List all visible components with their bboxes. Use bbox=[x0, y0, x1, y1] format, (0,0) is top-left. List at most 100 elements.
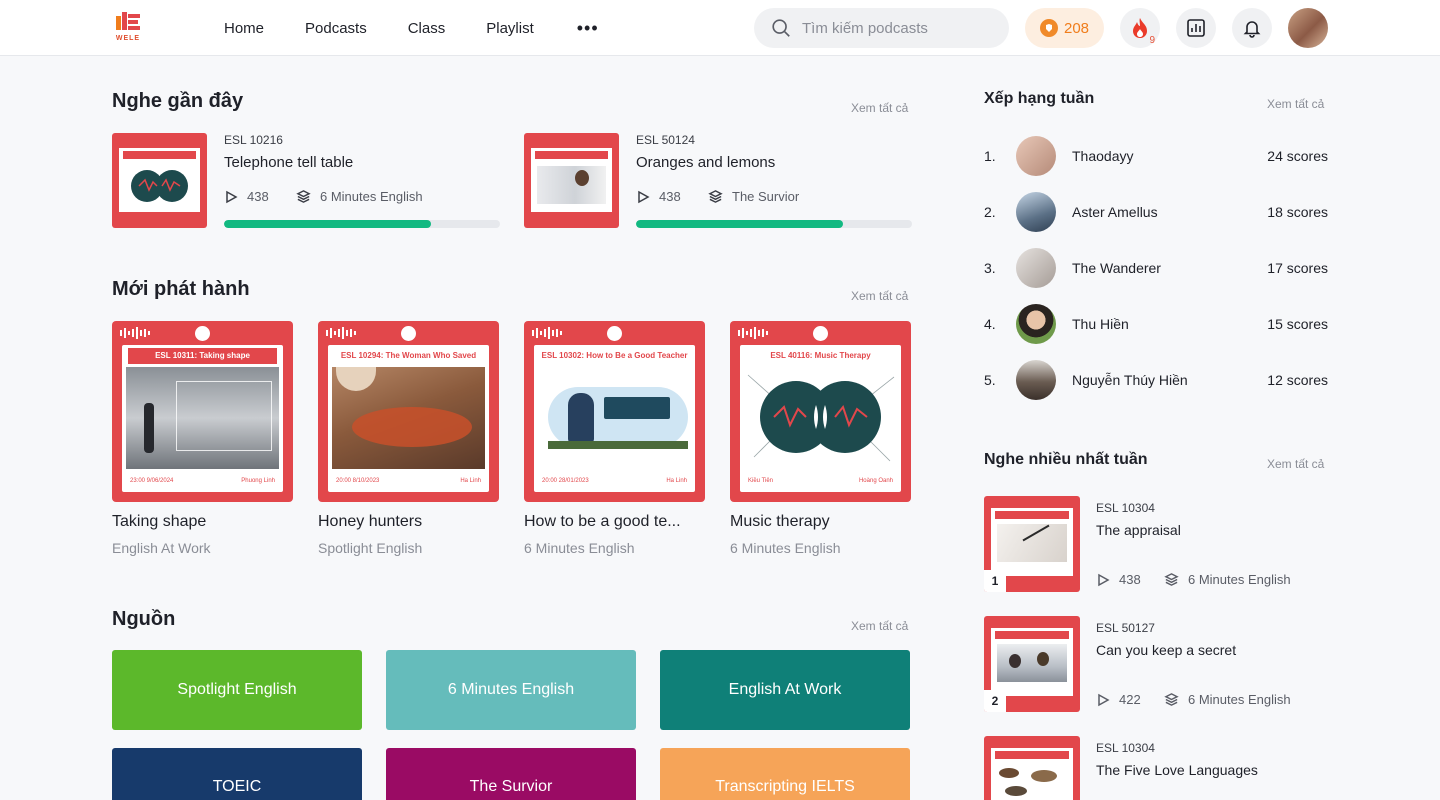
play-icon bbox=[226, 190, 238, 203]
play-count: 438 bbox=[636, 189, 681, 204]
nav-class[interactable]: Class bbox=[408, 20, 446, 37]
nav-podcasts[interactable]: Podcasts bbox=[305, 20, 367, 37]
avatar bbox=[1016, 360, 1056, 400]
stats-button[interactable] bbox=[1176, 8, 1216, 48]
rank-number: 2. bbox=[984, 204, 996, 220]
source-tile-spotlight[interactable]: Spotlight English bbox=[112, 650, 362, 730]
rank-score: 17 scores bbox=[1267, 260, 1328, 276]
podcast-name: The appraisal bbox=[1096, 522, 1181, 538]
progress-fill bbox=[636, 220, 843, 228]
play-count-value: 438 bbox=[247, 189, 269, 204]
release-card[interactable]: ESL 40116: Music Therapy Kiều Tiên Hoàng … bbox=[730, 321, 911, 561]
podcast-thumbnail bbox=[112, 133, 207, 228]
source-label: 6 Minutes English bbox=[296, 189, 423, 204]
nav-home[interactable]: Home bbox=[224, 20, 264, 37]
more-menu-icon[interactable]: ••• bbox=[577, 18, 599, 39]
top-rank-badge: 1 bbox=[984, 570, 1006, 592]
release-card[interactable]: ESL 10294: The Woman Who Saved Sushi 20:… bbox=[318, 321, 499, 561]
poster-date: 23:00 9/06/2024 bbox=[130, 478, 174, 484]
source-tile-survior[interactable]: The Survior bbox=[386, 748, 636, 800]
rank-name: Aster Amellus bbox=[1072, 204, 1158, 220]
source-tile-toeic[interactable]: TOEIC bbox=[112, 748, 362, 800]
top-listened-item[interactable]: 1 ESL 10304 The appraisal 438 6 Minutes … bbox=[984, 496, 1328, 592]
leaderboard-row[interactable]: 4. Thu Hiền 15 scores bbox=[984, 304, 1328, 344]
play-icon bbox=[1098, 693, 1110, 706]
release-source: English At Work bbox=[112, 540, 211, 556]
podcast-code: ESL 10304 bbox=[1096, 501, 1155, 515]
rank-number: 3. bbox=[984, 260, 996, 276]
podcast-thumbnail: 1 bbox=[984, 496, 1080, 592]
leaderboard-row[interactable]: 1. Thaodayy 24 scores bbox=[984, 136, 1328, 176]
podcast-name: Oranges and lemons bbox=[636, 154, 776, 171]
release-name: How to be a good te... bbox=[524, 513, 681, 530]
streak-button[interactable]: 9 bbox=[1120, 8, 1160, 48]
play-count-value: 438 bbox=[1119, 572, 1141, 587]
listen-progress bbox=[636, 220, 912, 228]
source-value: 6 Minutes English bbox=[1188, 692, 1291, 707]
play-icon bbox=[638, 190, 650, 203]
release-poster: ESL 10302: How to Be a Good Teacher 20:0… bbox=[524, 321, 705, 502]
nav-playlist[interactable]: Playlist bbox=[486, 20, 534, 37]
poster-host: Phuong Linh bbox=[241, 478, 275, 484]
coin-count: 208 bbox=[1063, 19, 1090, 37]
source-label: The Survior bbox=[708, 189, 799, 204]
source-value: 6 Minutes English bbox=[320, 189, 423, 204]
top-rank-badge: 2 bbox=[984, 690, 1006, 712]
source-value: 6 Minutes English bbox=[1188, 572, 1291, 587]
top-listened-see-all[interactable]: Xem tất cả bbox=[1267, 457, 1324, 471]
poster-title: ESL 10311: Taking shape bbox=[128, 348, 277, 364]
layers-icon bbox=[708, 190, 723, 203]
rank-score: 18 scores bbox=[1267, 204, 1328, 220]
recent-card[interactable]: ESL 50124 Oranges and lemons 438 The Sur… bbox=[524, 133, 912, 228]
source-tile-ielts[interactable]: Transcripting IELTS bbox=[660, 748, 910, 800]
search-box[interactable] bbox=[754, 8, 1009, 48]
bell-icon bbox=[1243, 21, 1261, 38]
release-source: Spotlight English bbox=[318, 540, 423, 556]
leaderboard-row[interactable]: 2. Aster Amellus 18 scores bbox=[984, 192, 1328, 232]
leaderboard-see-all[interactable]: Xem tất cả bbox=[1267, 97, 1324, 111]
releases-see-all[interactable]: Xem tất cả bbox=[851, 289, 908, 303]
top-listened-title: Nghe nhiều nhất tuần bbox=[984, 451, 1148, 468]
source-tile-english-at-work[interactable]: English At Work bbox=[660, 650, 910, 730]
play-count-value: 438 bbox=[659, 189, 681, 204]
source-tile-6-minutes[interactable]: 6 Minutes English bbox=[386, 650, 636, 730]
podcast-thumbnail: 2 bbox=[984, 616, 1080, 712]
rank-number: 5. bbox=[984, 372, 996, 388]
notifications-button[interactable] bbox=[1232, 8, 1272, 48]
rank-name: Nguyễn Thúy Hiền bbox=[1072, 372, 1188, 388]
release-poster: ESL 40116: Music Therapy Kiều Tiên Hoàng … bbox=[730, 321, 911, 502]
podcast-name: The Five Love Languages bbox=[1096, 762, 1258, 778]
main-nav: Home Podcasts Class Playlist ••• bbox=[224, 0, 599, 56]
rank-name: Thu Hiền bbox=[1072, 316, 1129, 332]
recent-card[interactable]: ESL 10216 Telephone tell table 438 6 Min… bbox=[112, 133, 500, 228]
coin-balance[interactable]: 208 bbox=[1025, 8, 1104, 48]
rank-score: 24 scores bbox=[1267, 148, 1328, 164]
streak-count: 9 bbox=[1149, 35, 1155, 46]
release-card[interactable]: ESL 10302: How to Be a Good Teacher 20:0… bbox=[524, 321, 705, 561]
listen-progress bbox=[224, 220, 500, 228]
top-listened-item[interactable]: 2 ESL 50127 Can you keep a secret 422 6 … bbox=[984, 616, 1328, 712]
search-input[interactable] bbox=[802, 19, 992, 37]
rank-name: Thaodayy bbox=[1072, 148, 1134, 164]
poster-host: Hoàng Oanh bbox=[858, 478, 893, 484]
release-card[interactable]: ESL 10311: Taking shape 23:00 9/06/2024 P… bbox=[112, 321, 293, 561]
play-count-value: 422 bbox=[1119, 692, 1141, 707]
rank-number: 4. bbox=[984, 316, 996, 332]
recent-see-all[interactable]: Xem tất cả bbox=[851, 101, 908, 115]
source-value: The Survior bbox=[732, 189, 800, 204]
top-listened-item[interactable]: ESL 10304 The Five Love Languages bbox=[984, 736, 1328, 800]
fire-icon bbox=[1133, 18, 1147, 38]
search-icon bbox=[772, 19, 790, 37]
leaderboard-row[interactable]: 5. Nguyễn Thúy Hiền 12 scores bbox=[984, 360, 1328, 400]
sources-see-all[interactable]: Xem tất cả bbox=[851, 619, 908, 633]
play-count: 422 bbox=[1096, 692, 1141, 707]
releases-title: Mới phát hành bbox=[112, 278, 250, 300]
recent-title: Nghe gần đây bbox=[112, 90, 244, 112]
release-name: Taking shape bbox=[112, 513, 207, 530]
user-avatar[interactable] bbox=[1288, 8, 1328, 48]
wele-logo[interactable]: WELE bbox=[114, 12, 142, 44]
leaderboard-row[interactable]: 3. The Wanderer 17 scores bbox=[984, 248, 1328, 288]
play-icon bbox=[1098, 573, 1110, 586]
sources-title: Nguồn bbox=[112, 608, 176, 630]
source-label: 6 Minutes English bbox=[1164, 572, 1291, 587]
